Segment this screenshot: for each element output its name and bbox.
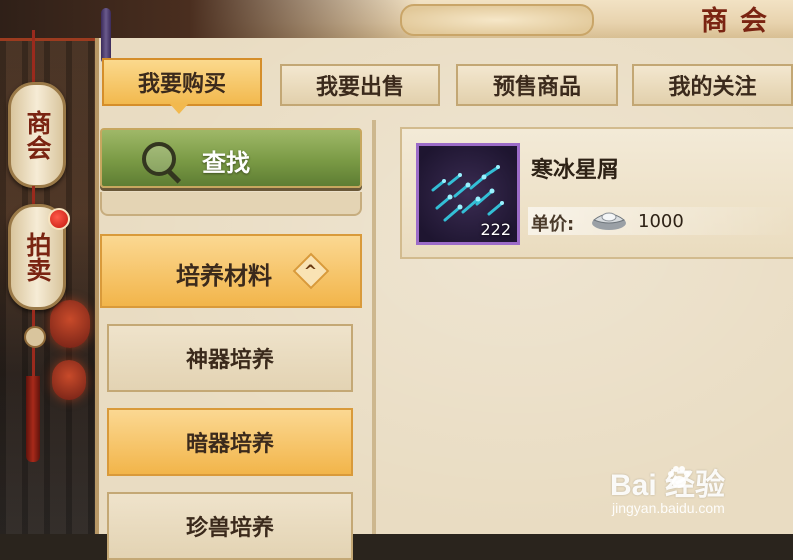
tassel-decoration bbox=[26, 376, 40, 462]
top-banner: 商会 bbox=[0, 0, 793, 41]
tab-label: 我的关注 bbox=[668, 75, 757, 100]
search-button[interactable]: 查找 bbox=[100, 128, 362, 188]
rope-decoration bbox=[32, 30, 35, 90]
lantern-decoration bbox=[52, 360, 86, 400]
tab-presale[interactable]: 预售商品 bbox=[456, 64, 618, 106]
notification-dot-icon bbox=[48, 208, 70, 230]
paw-icon bbox=[668, 466, 690, 488]
search-scroll-strip bbox=[100, 192, 362, 216]
hanging-pole-decoration bbox=[101, 8, 111, 64]
jade-knot-decoration bbox=[24, 326, 46, 348]
page-title: 商会 bbox=[701, 6, 779, 37]
subcategory-label: 暗器培养 bbox=[185, 432, 274, 457]
lantern-decoration bbox=[50, 300, 90, 348]
chevron-up-icon: ^ bbox=[292, 252, 330, 290]
category-cultivation-materials[interactable]: 培养材料 ^ bbox=[100, 234, 362, 308]
unit-price-value: 1000 bbox=[638, 211, 684, 232]
side-tab-commerce[interactable]: 商会 bbox=[8, 82, 66, 188]
watermark-url: jingyan.baidu.com bbox=[612, 500, 725, 516]
tab-label: 我要购买 bbox=[137, 72, 226, 97]
active-tab-pointer bbox=[170, 104, 188, 114]
unit-price-label: 单价: bbox=[531, 214, 575, 235]
side-tab-label: 拍卖 bbox=[23, 232, 52, 282]
list-divider bbox=[372, 120, 376, 534]
side-tab-label: 商会 bbox=[23, 110, 52, 160]
search-icon-handle bbox=[166, 168, 182, 184]
baidu-watermark: Bai 经验 jingyan.baidu.com bbox=[598, 460, 788, 530]
subcategory-pet[interactable]: 珍兽培养 bbox=[107, 492, 353, 560]
tab-label: 我要出售 bbox=[315, 75, 404, 100]
tab-sell[interactable]: 我要出售 bbox=[280, 64, 440, 106]
item-quantity: 222 bbox=[480, 220, 511, 239]
subcategory-artifact[interactable]: 神器培养 bbox=[107, 324, 353, 392]
search-button-label: 查找 bbox=[202, 149, 250, 177]
item-slot[interactable]: 222 bbox=[416, 143, 520, 245]
subcategory-label: 神器培养 bbox=[185, 348, 274, 373]
category-label: 培养材料 bbox=[176, 262, 272, 290]
subcategory-label: 珍兽培养 bbox=[185, 516, 274, 541]
item-name: 寒冰星屑 bbox=[531, 158, 620, 183]
tab-buy[interactable]: 我要购买 bbox=[102, 58, 262, 106]
subcategory-hidden-weapon[interactable]: 暗器培养 bbox=[107, 408, 353, 476]
silver-ingot-icon bbox=[592, 212, 626, 230]
rope-decoration bbox=[32, 186, 35, 206]
cloud-ornament bbox=[400, 4, 594, 36]
tab-watchlist[interactable]: 我的关注 bbox=[632, 64, 793, 106]
tab-label: 预售商品 bbox=[492, 75, 581, 100]
